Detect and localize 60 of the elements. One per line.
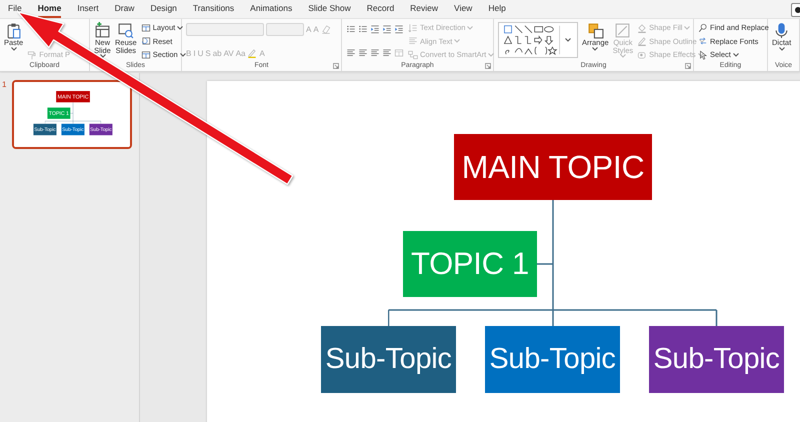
pen-icon (637, 36, 648, 46)
menu-tab[interactable]: File (8, 0, 22, 18)
align-center-icon[interactable] (358, 48, 368, 58)
shapes-gallery[interactable] (498, 22, 578, 58)
menu-tab[interactable]: Record (366, 0, 394, 18)
caret-icon (732, 52, 739, 56)
menu-tab[interactable]: Draw (114, 0, 134, 18)
text-direction-icon (408, 22, 418, 32)
diagram-box: Sub-Topic (649, 326, 784, 393)
layout-icon (140, 22, 151, 32)
menu-tab[interactable]: View (454, 0, 472, 18)
align-right-icon[interactable] (370, 48, 380, 58)
slide-search-icon (117, 22, 134, 39)
effects-icon (637, 50, 648, 60)
menu-tab[interactable]: Insert (77, 0, 99, 18)
microphone-icon (773, 22, 790, 39)
menu-tab[interactable]: Slide Show (308, 0, 351, 18)
caret-icon (10, 46, 17, 50)
caret-icon (180, 52, 186, 56)
diagram-box: MAIN TOPIC (454, 134, 652, 200)
menu-tab[interactable]: Animations (250, 0, 292, 18)
caret-icon (488, 52, 494, 56)
caret-icon (100, 54, 106, 58)
brush-icon (27, 50, 38, 60)
quick-styles-icon (614, 22, 632, 39)
menu-tab[interactable]: Design (150, 0, 177, 18)
align-text-icon (408, 36, 418, 46)
launcher-icon[interactable] (685, 63, 691, 69)
caret-icon (620, 54, 626, 58)
caret-icon (592, 46, 598, 50)
caret-icon (778, 46, 785, 50)
caret-icon (467, 26, 474, 30)
arrange-icon (586, 22, 604, 39)
menu-tab[interactable]: Help (488, 0, 506, 18)
caret-icon (698, 52, 704, 56)
diagram-box: Sub-Topic (485, 326, 620, 393)
caret-icon (565, 38, 571, 42)
diagram-box: Sub-Topic (321, 326, 456, 393)
indent-icon[interactable] (382, 24, 392, 34)
clipboard-icon (5, 22, 22, 39)
reset-icon (140, 36, 151, 46)
smartart-icon (408, 50, 418, 60)
caret-icon (454, 39, 460, 43)
caret-icon (684, 26, 690, 30)
replace-icon (698, 36, 708, 46)
launcher-icon[interactable] (485, 63, 491, 69)
paint-bucket-icon (637, 22, 648, 32)
launcher-icon[interactable] (333, 63, 339, 69)
align-left-icon[interactable] (346, 48, 356, 58)
slide-number: 1 (2, 80, 8, 89)
search-icon (698, 22, 708, 32)
cursor-icon (698, 50, 708, 60)
menu-tab[interactable]: Review (410, 0, 438, 18)
menu-tab[interactable]: Transitions (192, 0, 234, 18)
caret-icon (177, 26, 184, 30)
diagram-box: TOPIC 1 (403, 231, 537, 297)
slide-icon (94, 22, 111, 39)
bulleted-list-icon[interactable] (346, 24, 356, 34)
justify-icon[interactable] (382, 48, 392, 58)
caret-icon (698, 39, 705, 43)
